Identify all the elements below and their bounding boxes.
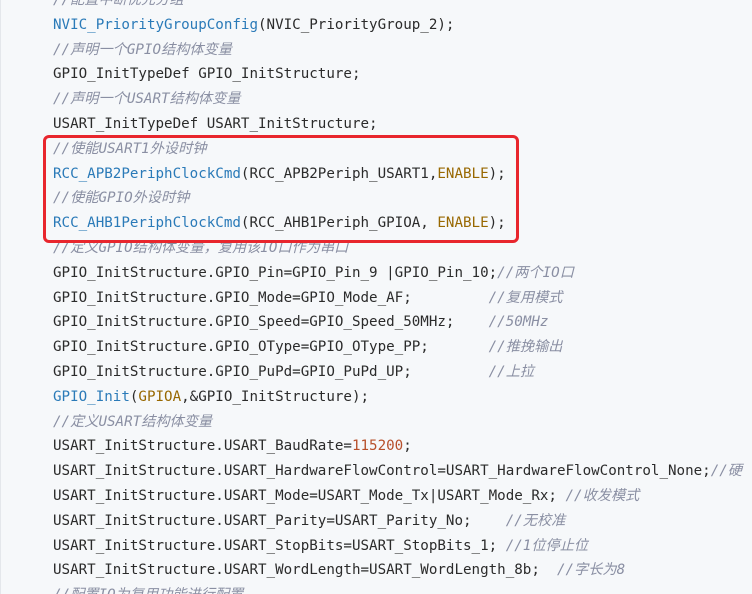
code-line: GPIO_InitTypeDef GPIO_InitStructure; [53,62,742,87]
code-line: //定义GPIO结构体变量，复用该IO口作为串口 [53,236,742,261]
code-text: GPIO_InitTypeDef GPIO_InitStructure; [53,66,361,83]
code-function-name: NVIC_PriorityGroupConfig [53,16,258,33]
code-text: USART_InitStructure.USART_Mode=USART_Mod… [53,487,566,504]
code-comment: //收发模式 [565,487,640,504]
code-block: //配置中断优先分组 NVIC_PriorityGroupConfig(NVIC_… [0,0,752,594]
code-text: GPIO_InitStructure.GPIO_Pin=GPIO_Pin_9 |… [53,264,498,281]
code-comment: //50MHz [488,314,549,331]
code-text: USART_InitStructure.USART_Parity=USART_P… [53,512,506,529]
code-comment: //配置IO为复用功能进行配置 [53,587,243,594]
code-line: GPIO_InitStructure.GPIO_OType=GPIO_OType… [53,335,742,360]
code-line: USART_InitTypeDef USART_InitStructure; [53,112,742,137]
code-line: GPIO_InitStructure.GPIO_PuPd=GPIO_PuPd_U… [53,360,742,385]
code-text: USART_InitStructure.USART_BaudRate= [53,438,352,455]
code-function-name: GPIO_Init [53,388,130,405]
code-line: //定义USART结构体变量 [53,410,742,435]
code-line: NVIC_PriorityGroupConfig(NVIC_PriorityGr… [53,13,742,38]
code-lines: //配置中断优先分组 NVIC_PriorityGroupConfig(NVIC_… [53,0,742,594]
code-line: USART_InitStructure.USART_WordLength=USA… [53,558,742,583]
code-constant: ENABLE [437,165,489,182]
code-comment: //声明一个GPIO结构体变量 [53,41,232,58]
code-text: USART_InitTypeDef USART_InitStructure; [53,115,378,132]
code-function-name: RCC_AHB1PeriphClockCmd [53,215,241,232]
code-line: RCC_AHB1PeriphClockCmd(RCC_AHB1Periph_GP… [53,211,742,236]
code-text: GPIO_InitStructure.GPIO_PuPd=GPIO_PuPd_U… [53,363,489,380]
code-function-name: RCC_APB2PeriphClockCmd [53,165,241,182]
code-line: //配置中断优先分组 [53,0,742,13]
code-comment: //复用模式 [488,289,563,306]
code-comment: //声明一个USART结构体变量 [53,91,241,108]
code-line: USART_InitStructure.USART_Parity=USART_P… [53,509,742,534]
code-comment: //使能USART1外设时钟 [53,140,207,157]
code-text: (RCC_AHB1Periph_GPIOA, [240,215,438,232]
code-text: GPIO_InitStructure.GPIO_OType=GPIO_OType… [53,339,489,356]
code-text: ; [403,438,412,455]
code-comment: //无校准 [505,512,566,529]
code-comment: //使能GPIO外设时钟 [53,190,190,207]
code-text: ,&GPIO_InitStructure); [181,388,370,405]
code-text: GPIO_InitStructure.GPIO_Mode=GPIO_Mode_A… [53,289,489,306]
code-text: (NVIC_PriorityGroup_2); [258,16,455,33]
code-comment: //两个IO口 [497,264,574,281]
code-comment: //定义GPIO结构体变量，复用该IO口作为串口 [53,239,349,256]
code-line: RCC_APB2PeriphClockCmd(RCC_APB2Periph_US… [53,162,742,187]
code-text: GPIO_InitStructure.GPIO_Speed=GPIO_Speed… [53,314,489,331]
code-comment: //硬 [710,463,742,480]
code-text: ); [488,165,506,182]
code-line: //声明一个GPIO结构体变量 [53,38,742,63]
code-line: GPIO_InitStructure.GPIO_Speed=GPIO_Speed… [53,310,742,335]
code-comment: //字长为8 [556,562,626,579]
code-line: //配置IO为复用功能进行配置 [53,583,742,594]
code-comment: //推挽输出 [488,339,563,356]
code-line: GPIO_InitStructure.GPIO_Pin=GPIO_Pin_9 |… [53,261,742,286]
code-text: USART_InitStructure.USART_WordLength=USA… [53,562,557,579]
code-comment: //定义USART结构体变量 [53,413,213,430]
code-text: USART_InitStructure.USART_StopBits=USART… [53,537,506,554]
code-comment: //上拉 [488,363,535,380]
code-text: ); [488,215,506,232]
code-comment: //配置中断优先分组 [53,0,184,8]
code-constant: ENABLE [437,215,489,232]
code-text: USART_InitStructure.USART_HardwareFlowCo… [53,463,711,480]
code-text: (RCC_APB2Periph_USART1, [240,165,438,182]
code-line: USART_InitStructure.USART_Mode=USART_Mod… [53,484,742,509]
code-line: USART_InitStructure.USART_HardwareFlowCo… [53,459,742,484]
code-line: //声明一个USART结构体变量 [53,87,742,112]
code-line: GPIO_InitStructure.GPIO_Mode=GPIO_Mode_A… [53,286,742,311]
code-constant: GPIOA [138,388,182,405]
code-line: GPIO_Init(GPIOA,&GPIO_InitStructure); [53,385,742,410]
code-line: USART_InitStructure.USART_BaudRate=11520… [53,434,742,459]
code-number: 115200 [351,438,404,455]
code-line: USART_InitStructure.USART_StopBits=USART… [53,534,742,559]
code-line: //使能USART1外设时钟 [53,137,742,162]
code-comment: //1位停止位 [505,537,589,554]
code-line: //使能GPIO外设时钟 [53,186,742,211]
